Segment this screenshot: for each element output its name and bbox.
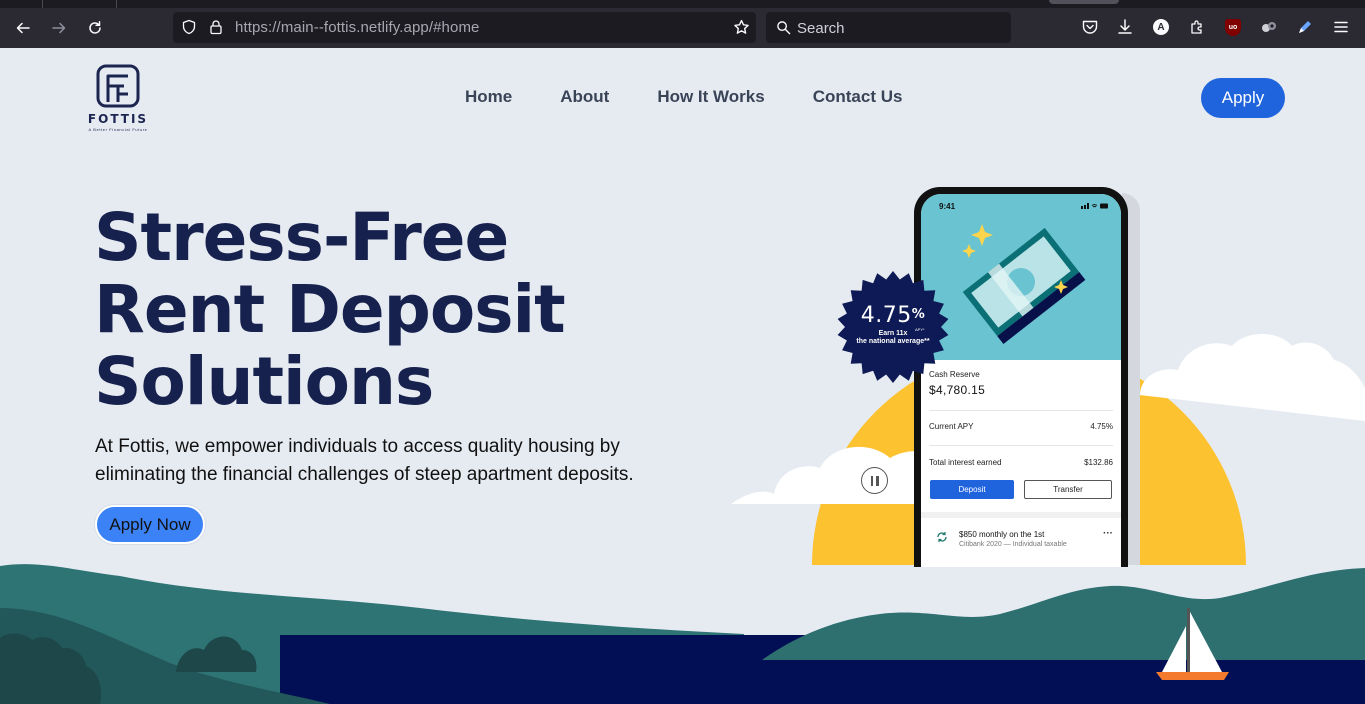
schedule-title: $850 monthly on the 1st bbox=[959, 530, 1045, 539]
boat-mast bbox=[1187, 608, 1190, 674]
hero-title: Stress-Free Rent Deposit Solutions bbox=[94, 199, 566, 420]
phone-header-area: 9:41 bbox=[921, 194, 1121, 360]
tab-strip bbox=[0, 0, 1365, 8]
apy-earn-line: Earn 11x bbox=[878, 330, 908, 337]
sparkle-small bbox=[962, 244, 976, 258]
hero-description: At Fottis, we empower individuals to acc… bbox=[95, 436, 634, 485]
money-illustration bbox=[962, 224, 1086, 344]
reload-button[interactable] bbox=[81, 14, 109, 42]
more-options-icon: ··· bbox=[1103, 528, 1113, 539]
account-button[interactable]: A bbox=[1151, 17, 1171, 37]
forward-icon bbox=[52, 22, 66, 34]
fottis-logo[interactable]: FOTTIS A Better Financial Future bbox=[80, 62, 156, 134]
apply-button[interactable]: Apply bbox=[1201, 78, 1285, 118]
boat-hull bbox=[1156, 672, 1229, 680]
apy-rate: 4.75% bbox=[836, 303, 950, 328]
apy-rate-value: 4.75 bbox=[860, 303, 912, 328]
phone-transfer-button: Transfer bbox=[1024, 480, 1112, 499]
lock-icon[interactable] bbox=[208, 19, 224, 35]
pocket-icon bbox=[1082, 20, 1098, 34]
logo-tagline: A Better Financial Future bbox=[88, 127, 148, 132]
phone-deposit-button: Deposit bbox=[930, 480, 1014, 499]
hill-right bbox=[762, 568, 1365, 660]
hero-title-line-1: Stress-Free bbox=[94, 199, 509, 276]
reload-icon bbox=[89, 21, 101, 34]
main-nav: Home About How It Works Contact Us bbox=[465, 87, 950, 107]
cash-reserve-label: Cash Reserve bbox=[929, 370, 980, 379]
url-host: https://main--fottis.netlify.app bbox=[235, 19, 429, 36]
logo-brand: FOTTIS bbox=[87, 112, 149, 126]
phone-screen: 9:41 Cash Reserve $4,780.15 Current APY … bbox=[921, 194, 1121, 567]
phone-separator bbox=[921, 512, 1121, 518]
current-apy-value: 4.75% bbox=[1090, 422, 1113, 431]
menu-button[interactable] bbox=[1331, 17, 1351, 37]
nav-home[interactable]: Home bbox=[465, 87, 512, 107]
hero-title-line-2: Rent Deposit bbox=[94, 271, 566, 348]
forward-button[interactable] bbox=[45, 14, 73, 42]
schedule-subtitle: Citibank 2020 — Individual taxable bbox=[959, 541, 1067, 548]
hero-title-line-3: Solutions bbox=[94, 343, 434, 420]
url-path: /#home bbox=[428, 19, 480, 36]
extension-icon bbox=[1262, 22, 1276, 32]
shield-icon[interactable] bbox=[181, 19, 197, 35]
pen-button[interactable] bbox=[1295, 17, 1315, 37]
extensions-icon bbox=[1191, 20, 1202, 34]
sparkle-large bbox=[971, 224, 993, 246]
pause-animation-button[interactable] bbox=[861, 467, 888, 494]
fottis-logo-mark bbox=[96, 64, 140, 108]
nav-about[interactable]: About bbox=[560, 87, 609, 107]
nav-how-it-works[interactable]: How It Works bbox=[657, 87, 764, 107]
nav-contact-us[interactable]: Contact Us bbox=[813, 87, 903, 107]
total-interest-value: $132.86 bbox=[1084, 458, 1113, 467]
pocket-button[interactable] bbox=[1080, 17, 1100, 37]
downloads-button[interactable] bbox=[1115, 17, 1135, 37]
apply-now-button[interactable]: Apply Now bbox=[95, 505, 205, 544]
apy-rate-percent: % bbox=[911, 307, 926, 322]
apy-badge-text: 4.75% APY* Earn 11x the national average… bbox=[836, 303, 950, 346]
search-placeholder: Search bbox=[797, 20, 845, 37]
search-icon bbox=[777, 21, 791, 35]
apy-average-line: the national average** bbox=[856, 338, 930, 345]
search-bar[interactable]: Search bbox=[766, 12, 1011, 43]
download-icon bbox=[1118, 19, 1132, 34]
menu-icon bbox=[1334, 21, 1348, 33]
account-icon: A bbox=[1153, 19, 1169, 35]
ublock-button[interactable]: uo bbox=[1223, 17, 1243, 37]
url-text[interactable]: https://main--fottis.netlify.app/#home bbox=[235, 19, 479, 36]
recurring-icon bbox=[937, 532, 947, 542]
active-tab-indicator[interactable] bbox=[1049, 0, 1119, 4]
pen-icon bbox=[1299, 21, 1311, 33]
cash-reserve-value: $4,780.15 bbox=[929, 383, 986, 397]
pause-icon bbox=[870, 475, 873, 486]
browser-toolbar: https://main--fottis.netlify.app/#home S… bbox=[0, 8, 1365, 48]
website-viewport: FOTTIS A Better Financial Future Home Ab… bbox=[0, 48, 1365, 704]
url-bar[interactable]: https://main--fottis.netlify.app/#home bbox=[173, 12, 756, 43]
ublock-icon: uo bbox=[1225, 18, 1241, 36]
extensions-button[interactable] bbox=[1187, 17, 1207, 37]
extension-button[interactable] bbox=[1259, 17, 1279, 37]
bookmark-star-icon[interactable] bbox=[733, 19, 750, 36]
back-button[interactable] bbox=[9, 14, 37, 42]
apy-footnote-label: APY* bbox=[915, 327, 925, 332]
back-icon bbox=[16, 22, 30, 34]
